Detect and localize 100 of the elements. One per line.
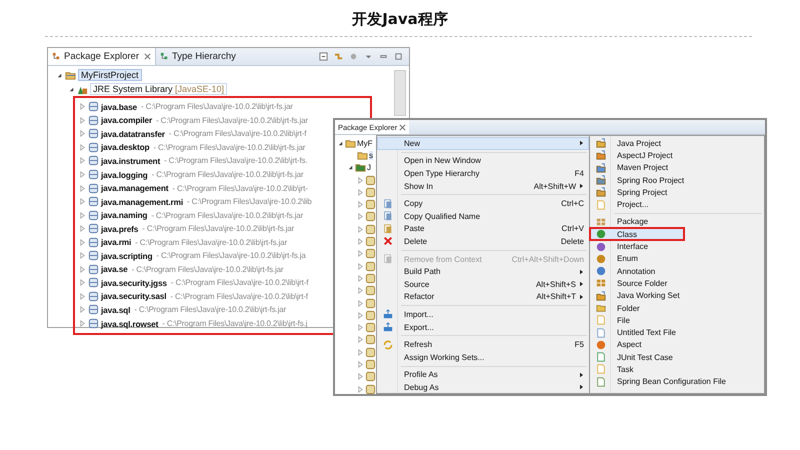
shortcut: Ctrl+V: [560, 224, 584, 234]
shortcut: F5: [574, 340, 584, 350]
jar-path: - C:\Program Files\Java\jre-10.0.2\lib\jrt-fs.ja: [156, 251, 306, 260]
expander-icon[interactable]: [347, 164, 354, 172]
menu-item[interactable]: Interface: [590, 240, 764, 253]
package-icon: [596, 278, 606, 288]
module-name[interactable]: java.management.rmi: [101, 196, 183, 207]
module-name[interactable]: java.base: [101, 102, 138, 112]
menu-item[interactable]: Open in New Window: [377, 154, 589, 168]
menu-item[interactable]: Package: [590, 216, 764, 228]
shortcut: Ctrl+C: [560, 199, 584, 208]
library-label[interactable]: JRE System Library [JavaSE-10]: [90, 83, 228, 95]
jar-icon: [88, 264, 99, 275]
jar-icon: [88, 210, 99, 221]
menu-item[interactable]: Java Working Set: [590, 290, 764, 302]
module-name[interactable]: java.sql.rowset: [101, 318, 158, 329]
circle-icon: [596, 254, 606, 264]
expander-icon[interactable]: [68, 86, 75, 92]
menu-item[interactable]: Export...: [377, 320, 589, 334]
tree-label[interactable]: s: [369, 150, 373, 160]
tree-label[interactable]: J: [367, 163, 371, 172]
jar-icon: [365, 310, 376, 321]
project-label[interactable]: MyFirstProject: [78, 69, 142, 81]
jar-icon: [365, 174, 376, 186]
jar-path: - C:\Program Files\Java\jre-10.0.2\lib: [187, 197, 312, 206]
jar-icon: [365, 346, 376, 358]
module-name[interactable]: java.desktop: [101, 142, 150, 152]
close-icon[interactable]: [399, 124, 406, 130]
jar-icon: [88, 101, 99, 112]
module-name[interactable]: java.instrument: [101, 156, 160, 166]
module-name[interactable]: java.rmi: [101, 237, 132, 248]
menu-item[interactable]: Paste Ctrl+V: [377, 222, 589, 236]
menu-item[interactable]: Spring Roo Project: [590, 174, 764, 186]
menu-item[interactable]: Task: [590, 363, 764, 376]
menu-item[interactable]: Class: [590, 228, 684, 240]
menu-item[interactable]: Refactor Alt+Shift+T: [377, 290, 589, 304]
collapse-all-icon[interactable]: [319, 52, 328, 61]
menu-item[interactable]: Enum: [590, 252, 764, 265]
expander-icon[interactable]: [337, 140, 344, 147]
jar-path: - C:\Program Files\Java\jre-10.0.2\lib\jrt-fs.jar: [156, 116, 308, 125]
menu-item[interactable]: Untitled Text File: [590, 326, 764, 339]
menu-item[interactable]: Build Path: [377, 265, 589, 278]
menu-item[interactable]: Show In Alt+Shift+W: [377, 180, 589, 192]
jar-icon: [365, 371, 376, 382]
jar-icon: [365, 236, 376, 248]
menu-item[interactable]: Annotation: [590, 264, 764, 278]
module-name[interactable]: java.security.jgss: [101, 278, 167, 288]
menu-item[interactable]: Open Type Hierarchy F4: [377, 167, 589, 180]
module-name[interactable]: java.sql: [101, 304, 130, 315]
menu-item[interactable]: Copy Ctrl+C: [377, 197, 589, 210]
tree-label[interactable]: MyF: [357, 138, 373, 148]
menu-item[interactable]: Debug As: [377, 381, 589, 394]
module-name[interactable]: java.management: [101, 183, 168, 194]
menu-item[interactable]: Java Project: [590, 137, 764, 150]
menu-item[interactable]: Folder: [590, 302, 764, 314]
module-name[interactable]: java.naming: [101, 210, 148, 220]
menu-item[interactable]: JUnit Test Case: [590, 351, 764, 364]
minimize-icon[interactable]: [379, 52, 388, 61]
jar-icon: [88, 236, 99, 248]
menu-item[interactable]: New: [377, 137, 589, 150]
module-name[interactable]: java.compiler: [101, 115, 152, 126]
module-name[interactable]: java.security.sasl: [101, 291, 166, 302]
expander-icon[interactable]: [56, 72, 63, 78]
maximize-icon[interactable]: [394, 52, 403, 61]
menu-item[interactable]: File: [590, 314, 764, 326]
jar-icon: [88, 182, 99, 194]
menu-item[interactable]: Spring Bean Configuration File: [590, 376, 764, 388]
menu-item[interactable]: Assign Working Sets...: [377, 350, 589, 364]
copy-icon: [383, 198, 393, 209]
folder-icon: [357, 150, 368, 161]
module-name[interactable]: java.logging: [101, 170, 148, 180]
menu-item[interactable]: Spring Project: [590, 186, 764, 198]
jar-icon: [365, 211, 376, 222]
menu-item[interactable]: Project...: [590, 198, 764, 211]
jar-icon: [88, 155, 99, 166]
close-icon[interactable]: [144, 53, 151, 60]
menu-item[interactable]: Source Folder: [590, 277, 764, 290]
menu-item[interactable]: Copy Qualified Name: [377, 210, 589, 223]
module-name[interactable]: java.se: [101, 264, 128, 274]
jar-path: - C:\Program Files\Java\jre-10.0.2\lib\jrt-fs.jar: [132, 264, 284, 274]
menu-item[interactable]: Aspect: [590, 338, 764, 352]
menu-item[interactable]: Source Alt+Shift+S: [377, 278, 589, 291]
jar-icon: [365, 298, 376, 308]
project-folder-icon: [65, 70, 76, 80]
link-icon[interactable]: [334, 52, 343, 61]
scrollbar[interactable]: [394, 70, 406, 116]
view-tab[interactable]: Package Explorer: [48, 48, 156, 65]
module-name[interactable]: java.scripting: [101, 250, 152, 261]
module-name[interactable]: java.prefs: [101, 224, 138, 234]
module-name[interactable]: java.datatransfer: [101, 128, 165, 139]
menu-item[interactable]: AspectJ Project: [590, 149, 764, 162]
menu-item[interactable]: Profile As: [377, 368, 589, 382]
menu-item[interactable]: Delete Delete: [377, 235, 589, 248]
menu-item[interactable]: Maven Project: [590, 162, 764, 174]
menu-item[interactable]: Import...: [377, 308, 589, 321]
view-tab[interactable]: Type Hierarchy: [156, 48, 240, 65]
file-icon: [596, 352, 606, 362]
project-folder-icon: [596, 138, 606, 148]
menu-item[interactable]: Refresh F5: [377, 338, 589, 351]
copy-icon: [383, 211, 393, 222]
